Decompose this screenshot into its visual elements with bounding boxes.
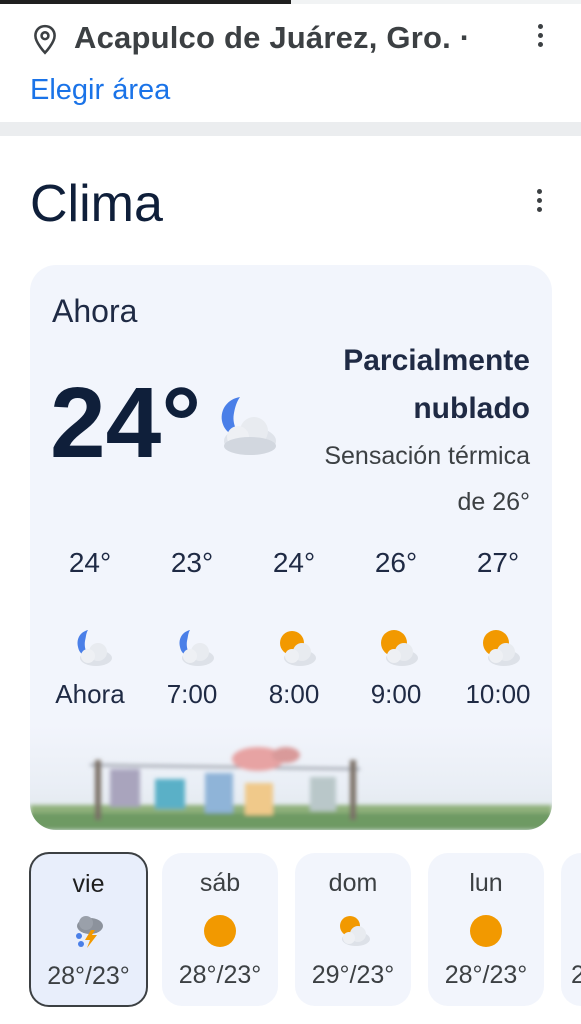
current-weather-card[interactable]: Ahora 24° Parcialmente nublado Sensación… xyxy=(30,265,552,830)
daily-forecast-card[interactable]: sáb 28°/23° xyxy=(162,853,278,1006)
daily-forecast-card[interactable]: 2 xyxy=(561,853,581,1006)
daily-forecast-card[interactable]: dom 29°/23° xyxy=(295,853,411,1006)
hourly-temp: 27° xyxy=(476,547,520,578)
partly-cloudy-night-icon xyxy=(179,630,214,666)
day-temp-range: 2 xyxy=(571,961,581,989)
hourly-time: Ahora xyxy=(55,679,125,709)
progress-fill xyxy=(0,0,291,4)
feels-like-line-1: Sensación térmica xyxy=(324,442,530,470)
page-load-progress xyxy=(0,0,581,4)
day-temp-range: 29°/23° xyxy=(311,961,395,989)
section-divider xyxy=(0,122,581,136)
partly-cloudy-day-icon xyxy=(483,630,520,666)
hourly-temp: 24° xyxy=(68,547,112,578)
sunny-icon xyxy=(470,915,502,947)
hourly-temp: 23° xyxy=(170,547,214,578)
daily-forecast-card[interactable]: lun 28°/23° xyxy=(428,853,544,1006)
hourly-time: 8:00 xyxy=(268,679,320,709)
day-temp-range: 28°/23° xyxy=(444,961,528,989)
current-temperature: 24° xyxy=(50,367,202,479)
thunderstorm-rain-icon xyxy=(76,916,103,948)
partly-cloudy-night-icon xyxy=(77,630,112,666)
hourly-forecast: 24° Ahora 23° 7:00 24° 8:00 26° 9:00 27°… xyxy=(30,547,552,727)
hourly-time: 10:00 xyxy=(465,679,531,709)
partly-cloudy-day-icon xyxy=(381,630,418,666)
weather-illustration xyxy=(30,725,552,830)
condition-line-2: nublado xyxy=(413,392,530,425)
day-name: vie xyxy=(72,870,105,898)
feels-like-text: Sensación térmica de 26° xyxy=(270,433,530,525)
location-pin-icon xyxy=(34,24,56,55)
condition-line-1: Parcialmente xyxy=(343,344,530,377)
hourly-time: 9:00 xyxy=(370,679,422,709)
change-area-link[interactable]: Elegir área xyxy=(30,74,170,107)
sunny-icon xyxy=(204,915,236,947)
location-name[interactable]: Acapulco de Juárez, Gro. · xyxy=(74,20,470,56)
more-vert-icon[interactable] xyxy=(527,189,551,215)
day-temp-range: 28°/23° xyxy=(47,962,130,990)
day-name: dom xyxy=(328,869,378,897)
condition-text: Parcialmente nublado xyxy=(270,337,530,433)
day-name: lun xyxy=(469,869,503,897)
day-name: sáb xyxy=(199,869,241,897)
partly-cloudy-day-icon xyxy=(340,916,370,946)
now-label: Ahora xyxy=(52,293,138,329)
weather-title: Clima xyxy=(30,175,163,233)
day-temp-range: 28°/23° xyxy=(178,961,262,989)
location-header: Acapulco de Juárez, Gro. · xyxy=(0,16,581,66)
daily-forecast-card[interactable]: vie 28°/23° xyxy=(29,852,148,1007)
hourly-temp: 26° xyxy=(374,547,418,578)
more-vert-icon[interactable] xyxy=(528,24,552,50)
feels-like-line-2: de 26° xyxy=(457,488,530,516)
hourly-temp: 24° xyxy=(272,547,316,578)
hourly-time: 7:00 xyxy=(166,679,218,709)
partly-cloudy-day-icon xyxy=(280,631,316,666)
